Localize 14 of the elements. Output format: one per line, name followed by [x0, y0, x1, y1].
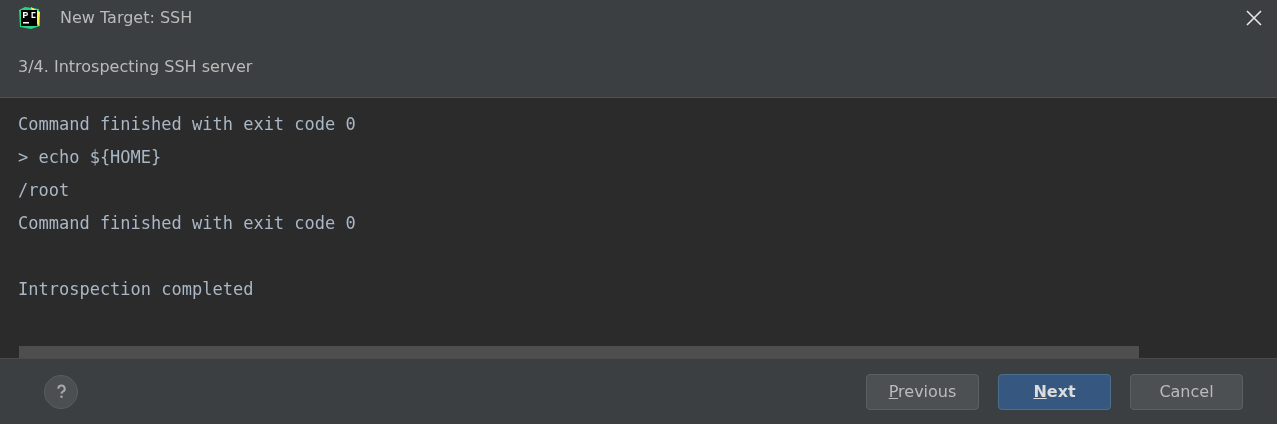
- help-button[interactable]: [44, 374, 78, 409]
- window-title: New Target: SSH: [60, 8, 194, 27]
- dialog-button[interactable]: Next: [998, 373, 1111, 410]
- console-line: /root: [18, 179, 70, 200]
- dialog-button[interactable]: Cancel: [1130, 373, 1243, 410]
- console-line: Command finished with exit code 0: [18, 113, 356, 134]
- app-logo-icon: [17, 5, 41, 30]
- close-icon[interactable]: [1246, 9, 1262, 26]
- step-heading: 3/4. Introspecting SSH server: [18, 56, 253, 76]
- dialog-button[interactable]: Previous: [866, 373, 979, 410]
- console-line: > echo ${HOME}: [18, 146, 162, 167]
- console-line: Command finished with exit code 0: [18, 212, 356, 233]
- console-line: Introspection completed: [18, 278, 254, 299]
- question-mark-icon: [55, 384, 67, 399]
